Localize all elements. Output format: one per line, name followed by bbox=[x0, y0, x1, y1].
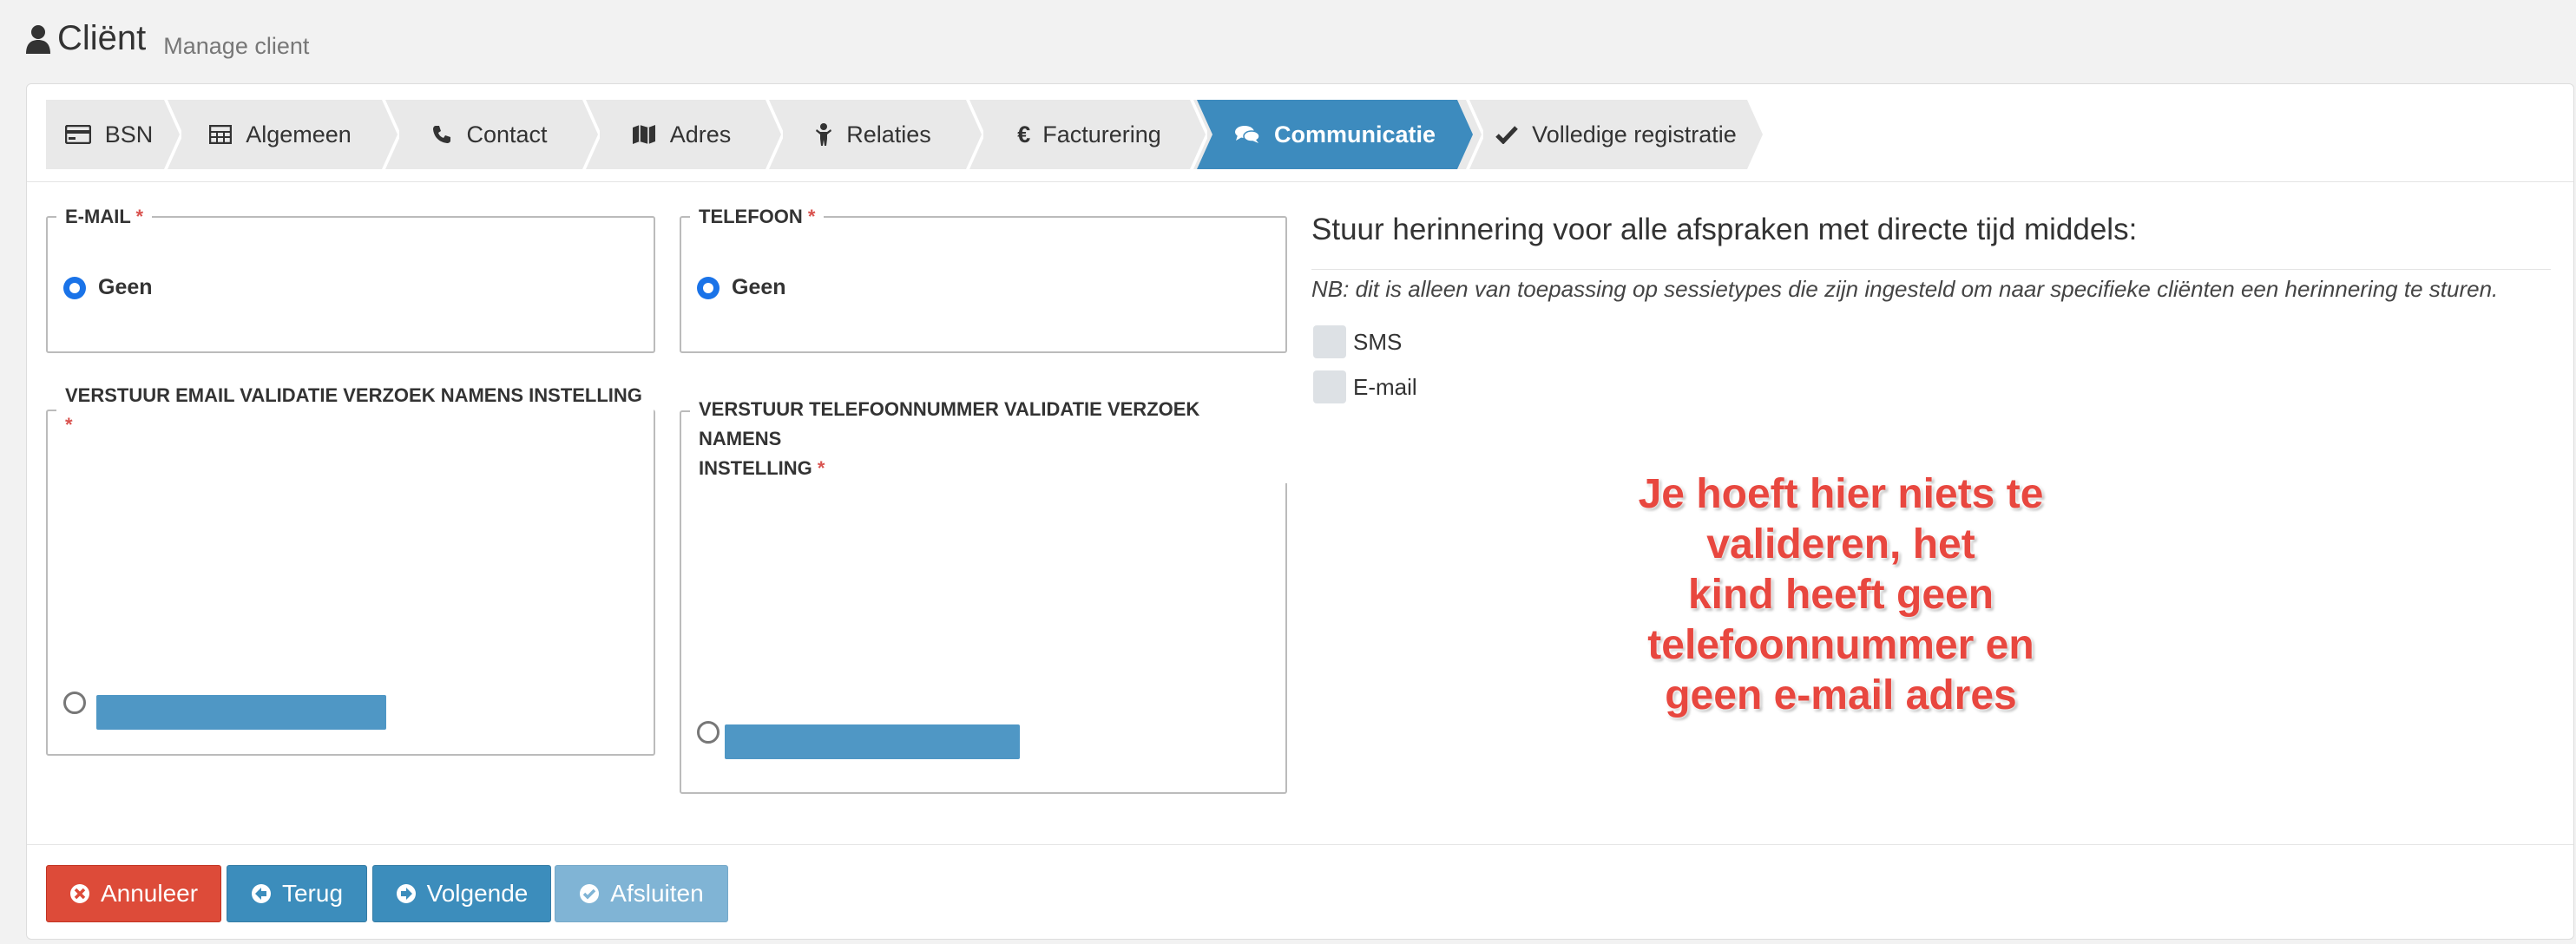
checkbox-label: SMS bbox=[1353, 328, 1403, 355]
email-validation-option[interactable] bbox=[63, 692, 86, 714]
email-legend: E-MAIL * bbox=[65, 206, 144, 227]
back-button[interactable]: Terug bbox=[227, 865, 367, 922]
wizard-step-contact[interactable]: Contact bbox=[389, 100, 590, 169]
phone-icon bbox=[431, 124, 452, 145]
wizard-step-volledige-registratie[interactable]: Volledige registratie bbox=[1469, 100, 1763, 169]
redacted-option-label bbox=[725, 724, 1020, 759]
page-title: Cliënt bbox=[26, 19, 146, 58]
email-option-label: Geen bbox=[98, 275, 153, 299]
page-header: Cliënt Manage client bbox=[26, 19, 309, 71]
phone-validation-legend: VERSTUUR TELEFOONNUMMER VALIDATIE VERZOE… bbox=[690, 395, 1287, 483]
page-subtitle: Manage client bbox=[163, 32, 310, 59]
radio-selected[interactable] bbox=[697, 276, 720, 299]
map-icon bbox=[632, 124, 656, 145]
credit-card-icon bbox=[65, 125, 91, 144]
times-circle-icon bbox=[69, 884, 89, 903]
wizard-step-communicatie[interactable]: Communicatie bbox=[1197, 100, 1473, 169]
phone-legend: TELEFOON * bbox=[699, 206, 816, 227]
phone-validation-group: VERSTUUR TELEFOONNUMMER VALIDATIE VERZOE… bbox=[680, 395, 1287, 886]
wizard-step-label: BSN bbox=[104, 121, 154, 148]
wizard-step-adres[interactable]: Adres bbox=[589, 100, 773, 169]
email-validation-legend: VERSTUUR EMAIL VALIDATIE VERZOEK NAMENS … bbox=[65, 384, 642, 436]
finish-button[interactable]: Afsluiten bbox=[555, 865, 728, 922]
next-button[interactable]: Volgende bbox=[372, 865, 551, 922]
check-circle-icon bbox=[580, 884, 600, 903]
page-title-text: Cliënt bbox=[57, 19, 147, 57]
reminder-option-sms[interactable]: SMS bbox=[1313, 325, 1402, 358]
wizard-step-label: Algemeen bbox=[246, 121, 352, 148]
wizard-step-label: Relaties bbox=[846, 121, 931, 148]
wizard-step-label: Communicatie bbox=[1273, 121, 1436, 148]
table-icon bbox=[209, 125, 232, 144]
divider bbox=[27, 181, 2573, 182]
wizard-step-label: Facturering bbox=[1042, 121, 1161, 148]
phone-option-label: Geen bbox=[732, 275, 786, 299]
wizard-step-label: Volledige registratie bbox=[1532, 121, 1737, 148]
checkbox-label: E-mail bbox=[1353, 373, 1417, 400]
child-icon bbox=[815, 122, 832, 147]
radio-unselected[interactable] bbox=[63, 692, 86, 714]
comments-icon bbox=[1234, 124, 1260, 145]
checkbox[interactable] bbox=[1313, 370, 1346, 403]
phone-option-geen[interactable]: Geen bbox=[697, 275, 786, 300]
annotation-note: Je hoeft hier niets te valideren, het ki… bbox=[1638, 471, 2044, 718]
reminder-option-email[interactable]: E-mail bbox=[1313, 370, 1417, 403]
client-panel: BSN Algemeen Contact Adres Relaties € Fa… bbox=[26, 83, 2574, 940]
email-option-geen[interactable]: Geen bbox=[63, 275, 153, 300]
euro-icon: € bbox=[1017, 121, 1031, 148]
reminder-note: NB: dit is alleen van toepassing op sess… bbox=[1311, 276, 2499, 302]
redacted-option-label bbox=[96, 695, 386, 730]
wizard-step-algemeen[interactable]: Algemeen bbox=[171, 100, 390, 169]
divider bbox=[1311, 269, 2551, 270]
wizard-step-facturering[interactable]: € Facturering bbox=[973, 100, 1206, 169]
radio-selected[interactable] bbox=[63, 276, 86, 299]
arrow-circle-right-icon bbox=[396, 884, 416, 903]
wizard-step-bsn[interactable]: BSN bbox=[46, 100, 172, 169]
arrow-circle-left-icon bbox=[251, 884, 271, 903]
radio-unselected[interactable] bbox=[697, 721, 720, 744]
reminder-title: Stuur herinnering voor alle afspraken me… bbox=[1311, 213, 2138, 246]
wizard-step-relaties[interactable]: Relaties bbox=[772, 100, 974, 169]
wizard-step-label: Contact bbox=[466, 121, 548, 148]
checkbox[interactable] bbox=[1313, 325, 1346, 358]
check-icon bbox=[1495, 125, 1518, 144]
wizard-steps: BSN Algemeen Contact Adres Relaties € Fa… bbox=[46, 100, 1744, 169]
phone-validation-option[interactable] bbox=[697, 721, 720, 744]
wizard-step-label: Adres bbox=[669, 121, 732, 148]
divider bbox=[27, 844, 2573, 845]
user-icon bbox=[26, 24, 50, 54]
cancel-button[interactable]: Annuleer bbox=[46, 865, 221, 922]
